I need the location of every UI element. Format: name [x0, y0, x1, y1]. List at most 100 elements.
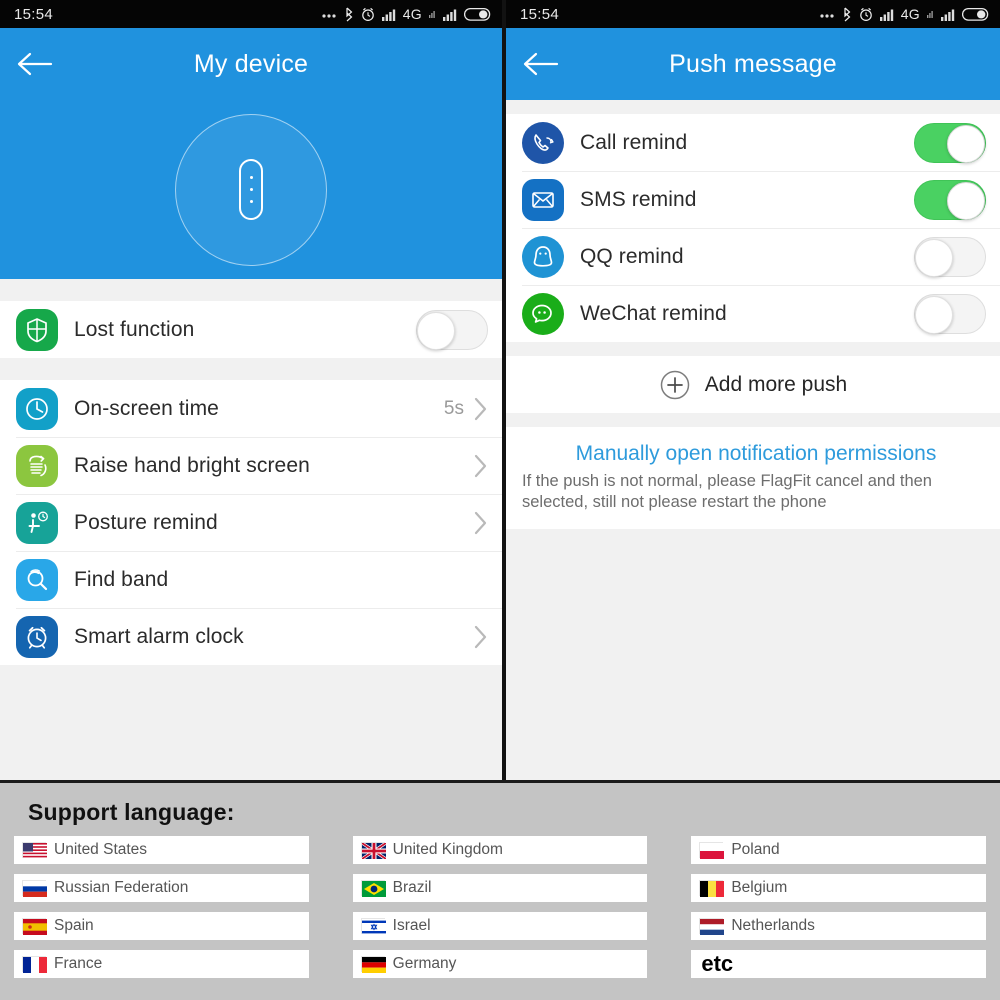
row-sms-remind[interactable]: SMS remind [506, 171, 1000, 228]
push-reminders-group: Call remind SMS remind QQ remind WeChat … [506, 114, 1000, 342]
flag-fr-icon [22, 956, 47, 973]
bluetooth-icon [344, 7, 354, 22]
back-arrow-icon [17, 52, 53, 76]
page-title-right: Push message [669, 49, 837, 78]
language-chip-us[interactable]: United States [14, 836, 309, 864]
alarm-icon [859, 7, 873, 22]
device-circle [175, 113, 327, 266]
status-time: 15:54 [520, 5, 560, 23]
lost-function-group: Lost function [0, 301, 502, 358]
bluetooth-icon [842, 7, 852, 22]
signal-bars-icon [381, 8, 396, 21]
manual-permissions-link[interactable]: Manually open notification permissions [522, 441, 990, 467]
smart-band-icon [239, 159, 263, 220]
language-chip-br[interactable]: Brazil [352, 874, 648, 902]
language-label: Poland [731, 841, 780, 858]
status-time: 15:54 [14, 5, 54, 23]
language-label: Belgium [731, 879, 788, 896]
language-column-1: United States Russian Federation Spain F… [14, 836, 309, 978]
back-button-left[interactable] [0, 50, 70, 78]
support-language-title: Support language: [28, 799, 235, 825]
row-wechat-remind[interactable]: WeChat remind [506, 285, 1000, 342]
battery-icon [464, 7, 492, 22]
network-4g-label: 4G [402, 6, 422, 22]
language-chip-nl[interactable]: Netherlands [691, 912, 986, 940]
row-call-remind[interactable]: Call remind [506, 114, 1000, 171]
flag-ru-icon [22, 880, 47, 897]
page-title-left: My device [193, 49, 309, 78]
signal-bars-2-icon [443, 8, 457, 21]
row-raise-hand-bright-screen[interactable]: Raise hand bright screen [0, 437, 502, 494]
posture-icon [16, 501, 58, 544]
toggle-call-remind[interactable] [914, 122, 986, 163]
row-label: Raise hand bright screen [74, 453, 310, 477]
row-on-screen-time[interactable]: On-screen time 5s [0, 380, 502, 437]
permissions-block: Manually open notification permissions I… [506, 427, 1000, 530]
flag-il-icon [360, 918, 386, 935]
plus-circle-icon [659, 369, 691, 401]
network-4g-label: 4G [900, 6, 920, 22]
language-chip-etc[interactable]: etc [691, 950, 986, 978]
language-label: Germany [392, 955, 457, 972]
flag-es-icon [22, 918, 47, 935]
alarm-icon [361, 7, 375, 22]
wechat-icon [522, 292, 564, 335]
row-label: QQ remind [580, 244, 684, 268]
phone-screenshots-pair: 15:54 4G My device Lost function On-scre… [0, 0, 1000, 780]
battery-icon [962, 7, 990, 22]
right-phone-panel: 15:54 4G Push message Call remind SMS re… [502, 0, 1000, 780]
toggle-qq-remind[interactable] [914, 236, 986, 277]
raise-hand-icon [16, 444, 58, 487]
flag-us-icon [22, 842, 47, 859]
app-bar-right: Push message [506, 28, 1000, 100]
back-button-right[interactable] [506, 50, 576, 78]
signal-small-icon [927, 10, 934, 18]
language-chip-de[interactable]: Germany [352, 950, 648, 978]
row-smart-alarm-clock[interactable]: Smart alarm clock [0, 608, 502, 665]
status-icon-group: 4G [819, 6, 990, 22]
row-find-band[interactable]: Find band [0, 551, 502, 608]
row-value-on-screen-time: 5s [443, 397, 464, 419]
row-lost-function[interactable]: Lost function [0, 301, 502, 358]
device-settings-group: On-screen time 5s Raise hand bright scre… [0, 380, 502, 665]
row-label: WeChat remind [580, 301, 727, 325]
row-posture-remind[interactable]: Posture remind [0, 494, 502, 551]
flag-be-icon [699, 880, 725, 897]
device-hero [0, 100, 502, 279]
chevron-right-icon [474, 625, 488, 649]
section-gap-2 [0, 358, 502, 380]
add-more-push-button[interactable]: Add more push [506, 356, 1000, 413]
toggle-wechat-remind[interactable] [914, 293, 986, 334]
language-chip-ru[interactable]: Russian Federation [14, 874, 309, 902]
row-label: SMS remind [580, 187, 697, 211]
alarm-clock-icon [16, 615, 58, 658]
language-chip-il[interactable]: Israel [352, 912, 648, 940]
flag-de-icon [360, 956, 386, 973]
flag-br-icon [360, 880, 386, 897]
signal-bars-2-icon [941, 8, 955, 21]
language-chip-pl[interactable]: Poland [691, 836, 986, 864]
support-language-section: Support language: United States Russian … [0, 780, 1000, 1000]
language-label: France [54, 955, 103, 972]
section-gap [0, 279, 502, 301]
language-chip-fr[interactable]: France [14, 950, 309, 978]
toggle-lost-function[interactable] [416, 309, 488, 350]
language-chip-es[interactable]: Spain [14, 912, 309, 940]
back-arrow-icon [523, 52, 559, 76]
find-band-icon [16, 558, 58, 601]
language-grid: United States Russian Federation Spain F… [0, 836, 1000, 978]
chevron-right-icon [474, 397, 488, 421]
language-chip-be[interactable]: Belgium [691, 874, 986, 902]
language-label: United Kingdom [392, 841, 503, 858]
row-label: On-screen time [74, 396, 219, 420]
row-label: Smart alarm clock [74, 624, 244, 648]
row-label: Posture remind [74, 510, 218, 534]
row-qq-remind[interactable]: QQ remind [506, 228, 1000, 285]
language-label: etc [701, 951, 734, 976]
language-label: Israel [392, 917, 431, 934]
signal-bars-icon [879, 8, 894, 21]
more-dots-icon [321, 7, 337, 21]
toggle-sms-remind[interactable] [914, 179, 986, 220]
language-chip-gb[interactable]: United Kingdom [352, 836, 648, 864]
envelope-icon [522, 178, 564, 221]
